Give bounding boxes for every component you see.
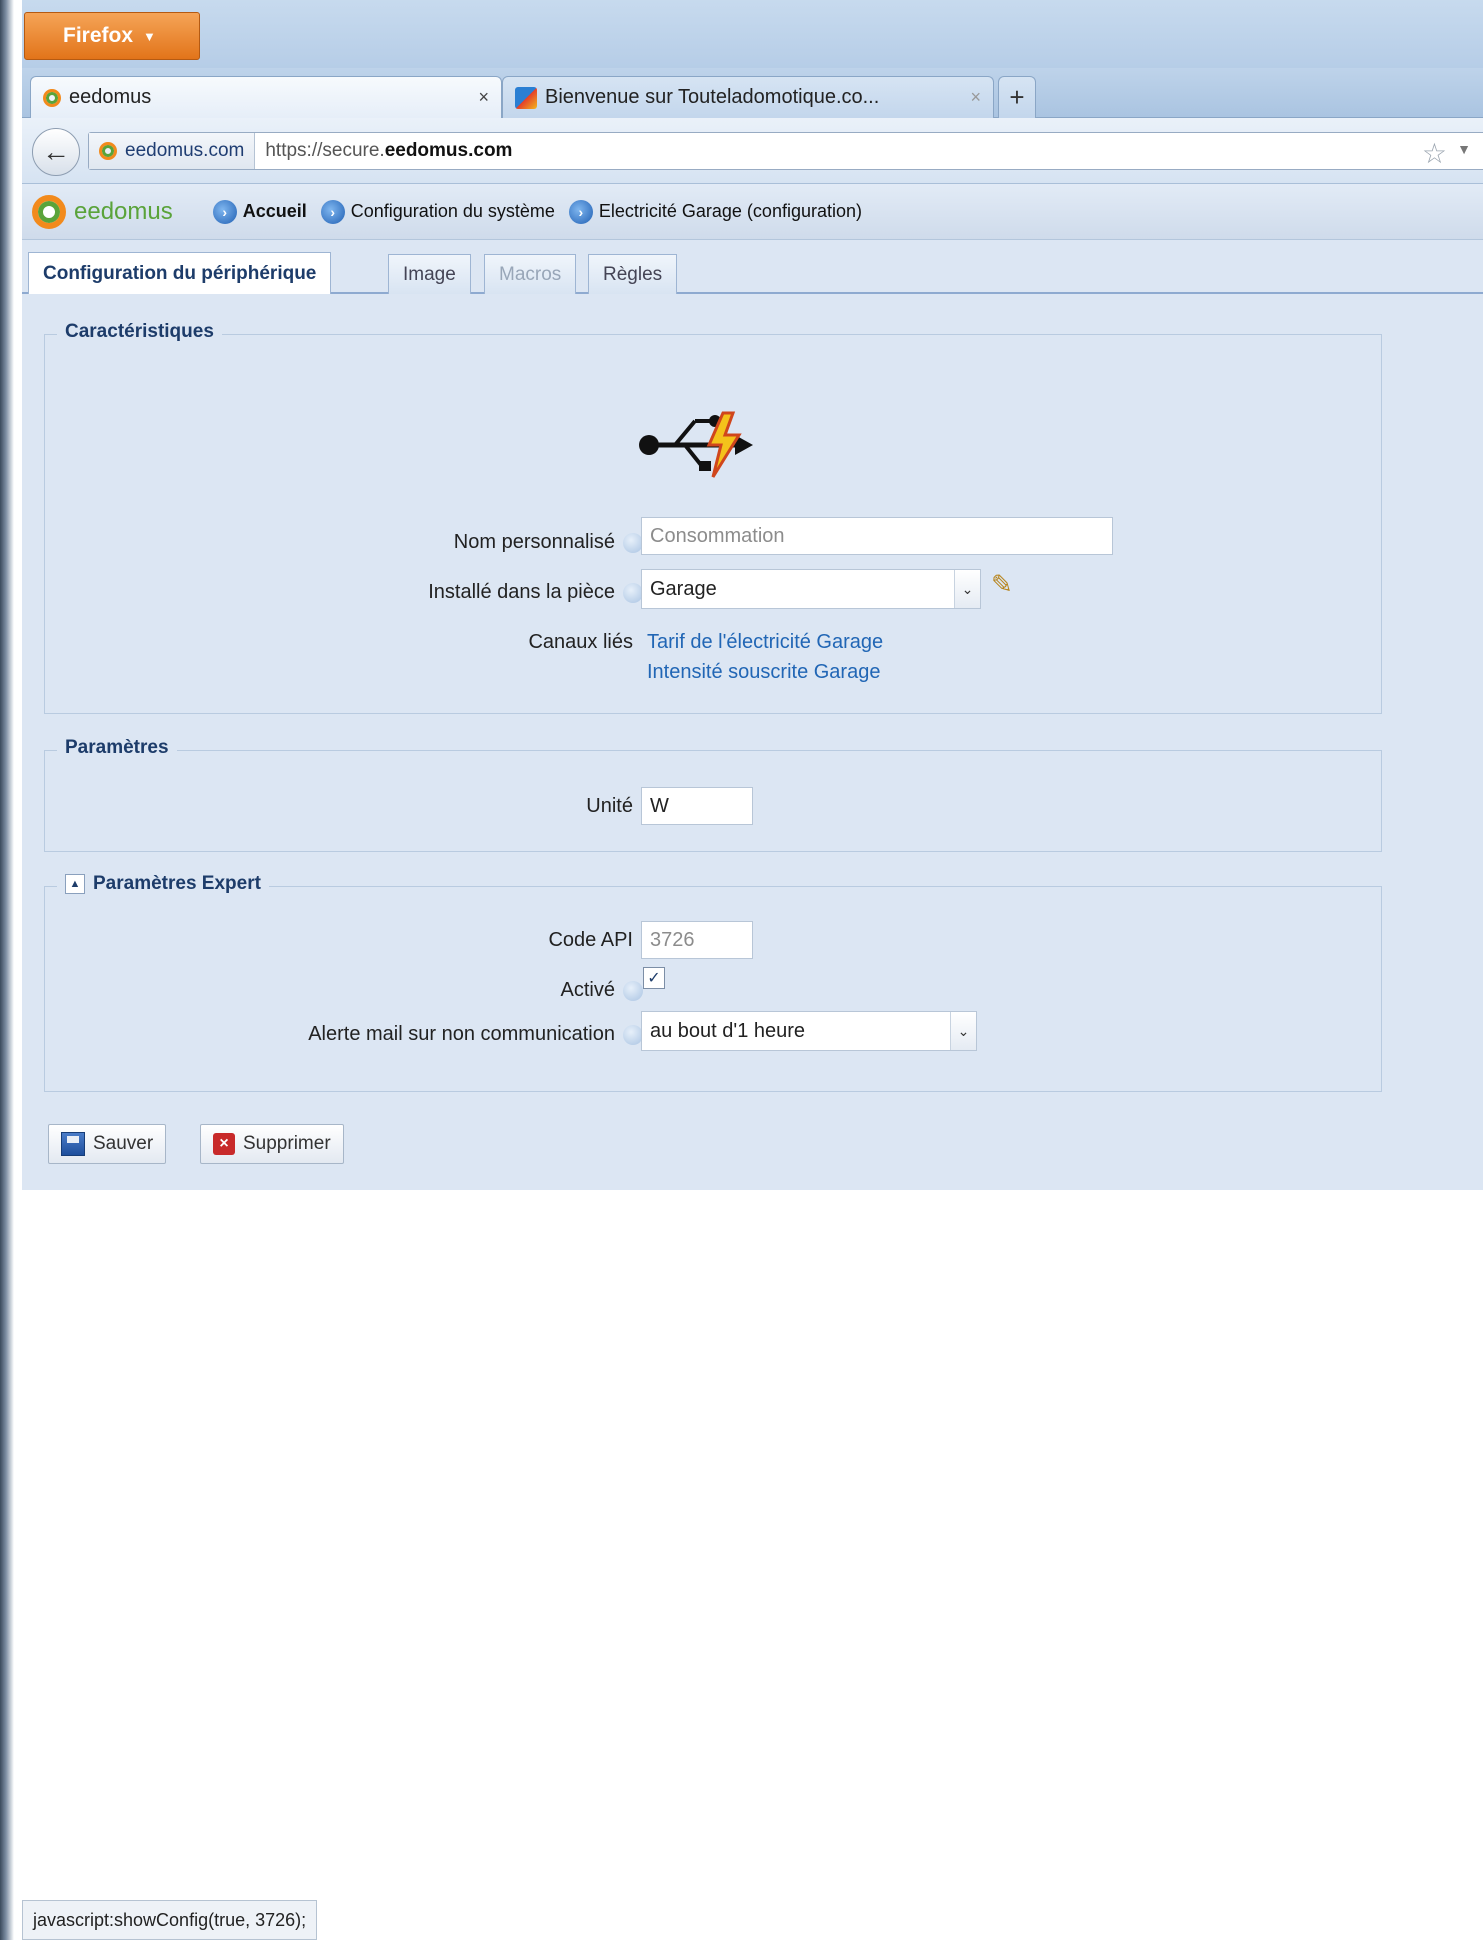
channel-link-intensite[interactable]: Intensité souscrite Garage xyxy=(647,661,880,684)
tab-image[interactable]: Image xyxy=(388,254,471,294)
firefox-menu-button[interactable]: Firefox ▼ xyxy=(24,12,200,60)
collapse-toggle-icon[interactable]: ▲ xyxy=(65,874,85,894)
browser-tab-eedomus[interactable]: eedomus × xyxy=(30,76,502,118)
active-field-label: Activé xyxy=(561,979,643,1002)
breadcrumb-label: Electricité Garage (configuration) xyxy=(598,201,862,221)
section-title: Paramètres xyxy=(57,737,177,759)
expert-legend-label: Paramètres Expert xyxy=(93,873,261,894)
eedomus-logo[interactable]: eedomus xyxy=(32,194,173,229)
alert-select-value: au bout d'1 heure xyxy=(650,1019,806,1042)
section-title: Caractéristiques xyxy=(57,321,222,343)
api-code-input: 3726 xyxy=(641,921,753,959)
tab-configuration[interactable]: Configuration du périphérique xyxy=(28,252,332,294)
active-label-text: Activé xyxy=(560,979,615,1001)
breadcrumb-configuration[interactable]: › Configuration du système xyxy=(320,199,555,224)
window-edge xyxy=(0,0,22,1940)
delete-button[interactable]: × Supprimer xyxy=(200,1124,344,1164)
name-field-label: Nom personnalisé xyxy=(454,531,643,554)
help-icon[interactable] xyxy=(623,582,643,603)
section-title: ▲ Paramètres Expert xyxy=(57,873,269,895)
close-tab-icon[interactable]: × xyxy=(970,87,981,108)
url-host: eedomus.com xyxy=(384,140,513,161)
arrow-left-icon: ← xyxy=(42,136,70,167)
expert-section: ▲ Paramètres Expert Code API 3726 Activé… xyxy=(44,873,1382,1092)
site-identity[interactable]: eedomus.com xyxy=(89,133,256,169)
help-icon[interactable] xyxy=(623,1024,643,1045)
chevron-down-icon: ▼ xyxy=(143,28,156,44)
url-text[interactable]: https://secure.eedomus.com xyxy=(255,140,512,162)
help-icon[interactable] xyxy=(623,980,643,1001)
help-icon[interactable] xyxy=(623,532,643,553)
status-bar: javascript:showConfig(true, 3726); xyxy=(22,1900,318,1940)
usb-power-icon xyxy=(639,411,753,478)
room-select-value: Garage xyxy=(650,577,717,600)
channel-link-tarif[interactable]: Tarif de l'électricité Garage xyxy=(647,631,883,654)
custom-name-input[interactable]: Consommation xyxy=(641,517,1113,555)
active-checkbox[interactable]: ✓ xyxy=(643,967,665,989)
name-label-text: Nom personnalisé xyxy=(453,531,615,553)
arrow-circle-icon: › xyxy=(212,199,237,224)
unit-input[interactable]: W xyxy=(641,787,753,825)
caracteristiques-section: Caractéristiques Nom personnalisé Consom… xyxy=(44,321,1382,714)
delete-label: Supprimer xyxy=(243,1133,331,1154)
navigation-bar: ← eedomus.com https://secure.eedomus.com… xyxy=(22,118,1483,184)
breadcrumb-accueil[interactable]: › Accueil xyxy=(212,199,307,224)
config-panel: Configuration du périphérique Image Macr… xyxy=(22,240,1483,1190)
url-bar[interactable]: eedomus.com https://secure.eedomus.com ☆… xyxy=(88,132,1483,170)
eedomus-favicon-icon xyxy=(99,142,117,160)
room-select[interactable]: Garage ⌄ xyxy=(641,569,981,609)
firefox-menu-label: Firefox xyxy=(63,24,134,47)
identity-label: eedomus.com xyxy=(125,140,245,161)
chevron-down-icon[interactable]: ⌄ xyxy=(954,570,980,608)
arrow-circle-icon: › xyxy=(568,199,593,224)
app-header: eedomus › Accueil › Configuration du sys… xyxy=(22,184,1483,240)
parametres-section: Paramètres Unité W xyxy=(44,737,1382,852)
browser-tab-touteladomotique[interactable]: Bienvenue sur Touteladomotique.co... × xyxy=(502,76,994,118)
new-tab-button[interactable]: + xyxy=(998,76,1036,118)
save-label: Sauver xyxy=(93,1133,154,1154)
delete-x-icon: × xyxy=(213,1133,235,1155)
bookmark-star-icon[interactable]: ☆ xyxy=(1422,137,1447,170)
url-dropdown-icon[interactable]: ▼ xyxy=(1457,141,1471,157)
alert-select[interactable]: au bout d'1 heure ⌄ xyxy=(641,1011,977,1051)
eedomus-favicon-icon xyxy=(43,88,61,107)
tab-label: Bienvenue sur Touteladomotique.co... xyxy=(545,86,880,108)
tab-strip: eedomus × Bienvenue sur Touteladomotique… xyxy=(22,68,1483,118)
page-tabs: Configuration du périphérique Image Macr… xyxy=(22,248,1483,294)
arrow-circle-icon: › xyxy=(320,199,345,224)
title-bar xyxy=(22,0,1483,68)
channels-label: Canaux liés xyxy=(528,631,633,653)
alert-label-text: Alerte mail sur non communication xyxy=(308,1023,615,1045)
unit-label: Unité xyxy=(586,795,633,817)
alert-field-label: Alerte mail sur non communication xyxy=(308,1023,643,1046)
breadcrumb-device[interactable]: › Electricité Garage (configuration) xyxy=(568,199,862,224)
floppy-disk-icon xyxy=(61,1132,85,1156)
save-button[interactable]: Sauver xyxy=(48,1124,167,1164)
tab-macros: Macros xyxy=(484,254,577,294)
api-code-label: Code API xyxy=(548,929,633,951)
room-field-label: Installé dans la pièce xyxy=(428,581,643,604)
breadcrumb-label: Configuration du système xyxy=(350,201,555,221)
tab-label: eedomus xyxy=(69,86,152,108)
back-button[interactable]: ← xyxy=(32,128,80,176)
browser-window: Firefox ▼ eedomus × Bienvenue sur Toutel… xyxy=(0,0,1483,1940)
room-label-text: Installé dans la pièce xyxy=(428,581,615,603)
eedomus-logo-icon xyxy=(32,194,66,229)
close-tab-icon[interactable]: × xyxy=(478,87,489,108)
logo-text: eedomus xyxy=(74,197,173,225)
chevron-down-icon[interactable]: ⌄ xyxy=(950,1012,976,1050)
url-prefix: https://secure. xyxy=(265,140,385,161)
touteladomotique-favicon-icon xyxy=(515,86,537,109)
breadcrumb-label: Accueil xyxy=(242,201,307,221)
tab-regles[interactable]: Règles xyxy=(588,254,678,294)
edit-pencil-icon[interactable]: ✎ xyxy=(991,569,1013,600)
